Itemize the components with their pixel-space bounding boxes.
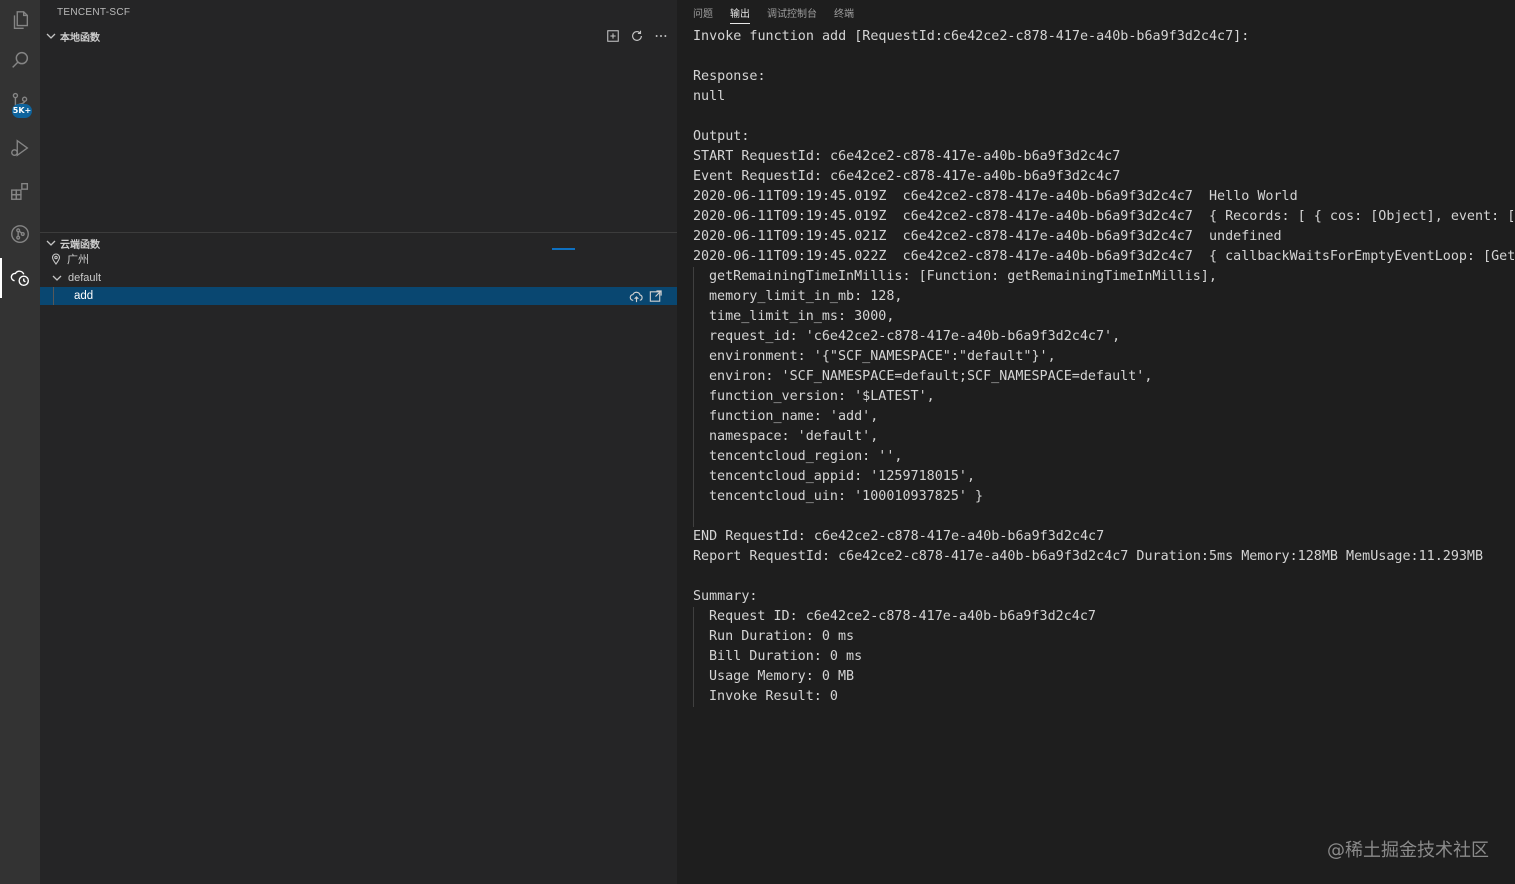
context-line: namespace: 'default', (709, 429, 879, 444)
function-label: add (74, 290, 94, 302)
sidebar-title: TENCENT-SCF (57, 7, 131, 18)
response-value: null (693, 89, 726, 104)
chevron-down-icon (52, 275, 62, 281)
summary-line: Usage Memory: 0 MB (709, 669, 855, 684)
extensions-icon[interactable] (0, 171, 40, 211)
report-line: Report RequestId: c6e42ce2-c878-417e-a40… (693, 549, 1484, 564)
context-line: time_limit_in_ms: 3000, (709, 309, 895, 324)
open-in-editor-icon[interactable] (647, 288, 663, 304)
log-line: 2020-06-11T09:19:45.019Z c6e42ce2-c878-4… (693, 189, 1298, 204)
tencent-scf-icon[interactable] (0, 258, 40, 298)
invoke-header-line: Invoke function add [RequestId:c6e42ce2-… (693, 29, 1250, 44)
context-line: tencentcloud_appid: '1259718015', (709, 469, 976, 484)
tab-problems[interactable]: 问题 (693, 5, 713, 24)
namespace-label: default (68, 272, 102, 284)
more-actions-icon[interactable] (653, 28, 669, 44)
refresh-icon[interactable] (629, 28, 645, 44)
chevron-down-icon (46, 33, 56, 39)
summary-line: Run Duration: 0 ms (709, 629, 855, 644)
context-block: getRemainingTimeInMillis: [Function: get… (693, 267, 1515, 527)
sidebar: TENCENT-SCF 本地函数 云端函数 广州 default add (40, 0, 677, 884)
end-line: END RequestId: c6e42ce2-c878-417e-a40b-b… (693, 529, 1105, 544)
context-line: function_version: '$LATEST', (709, 389, 935, 404)
summary-line: Bill Duration: 0 ms (709, 649, 863, 664)
local-functions-section-header[interactable]: 本地函数 (40, 26, 677, 46)
git-graph-icon[interactable] (0, 214, 40, 254)
region-item[interactable]: 广州 (40, 250, 677, 268)
context-line: tencentcloud_region: '', (709, 449, 903, 464)
watermark: @稀土掘金技术社区 (1327, 840, 1489, 861)
context-line: getRemainingTimeInMillis: [Function: get… (709, 269, 1217, 284)
source-control-badge: 5K+ (12, 104, 32, 118)
chevron-down-icon (46, 240, 56, 246)
new-function-icon[interactable] (605, 28, 621, 44)
context-line: environ: 'SCF_NAMESPACE=default;SCF_NAME… (709, 369, 1153, 384)
panel-tabs: 问题 输出 调试控制台 终端 (693, 5, 854, 24)
context-line: environment: '{"SCF_NAMESPACE":"default"… (709, 349, 1056, 364)
search-icon[interactable] (0, 40, 40, 80)
cloud-functions-label: 云端函数 (60, 239, 100, 251)
output-label: Output: (693, 129, 750, 144)
log-line: 2020-06-11T09:19:45.022Z c6e42ce2-c878-4… (693, 249, 1515, 264)
log-line: 2020-06-11T09:19:45.019Z c6e42ce2-c878-4… (693, 209, 1515, 224)
activity-bar: 5K+ (0, 0, 40, 884)
tab-debug-console[interactable]: 调试控制台 (767, 5, 817, 24)
log-line: 2020-06-11T09:19:45.021Z c6e42ce2-c878-4… (693, 229, 1282, 244)
local-functions-label: 本地函数 (60, 32, 100, 44)
location-pin-icon (51, 253, 61, 265)
context-line: memory_limit_in_mb: 128, (709, 289, 903, 304)
context-line: function_name: 'add', (709, 409, 879, 424)
context-line: request_id: 'c6e42ce2-c878-417e-a40b-b6a… (709, 329, 1121, 344)
log-line: START RequestId: c6e42ce2-c878-417e-a40b… (693, 149, 1121, 164)
explorer-icon[interactable] (0, 0, 40, 40)
tab-output[interactable]: 输出 (730, 5, 750, 24)
run-debug-icon[interactable] (0, 128, 40, 168)
region-label: 广州 (67, 254, 89, 266)
cloud-upload-icon[interactable] (628, 288, 644, 304)
output-panel: 问题 输出 调试控制台 终端 Invoke function add [Requ… (677, 0, 1515, 884)
log-line: Event RequestId: c6e42ce2-c878-417e-a40b… (693, 169, 1121, 184)
context-line: tencentcloud_uin: '100010937825' } (709, 489, 984, 504)
response-label: Response: (693, 69, 766, 84)
summary-block: Request ID: c6e42ce2-c878-417e-a40b-b6a9… (693, 607, 1515, 707)
summary-line: Invoke Result: 0 (709, 689, 838, 704)
summary-line: Request ID: c6e42ce2-c878-417e-a40b-b6a9… (709, 609, 1096, 624)
summary-label: Summary: (693, 589, 758, 604)
tab-terminal[interactable]: 终端 (834, 5, 854, 24)
output-log[interactable]: Invoke function add [RequestId:c6e42ce2-… (693, 27, 1515, 707)
function-item-add[interactable]: add (40, 287, 677, 305)
namespace-item[interactable]: default (40, 269, 677, 287)
tree-indent-guide (53, 287, 54, 305)
